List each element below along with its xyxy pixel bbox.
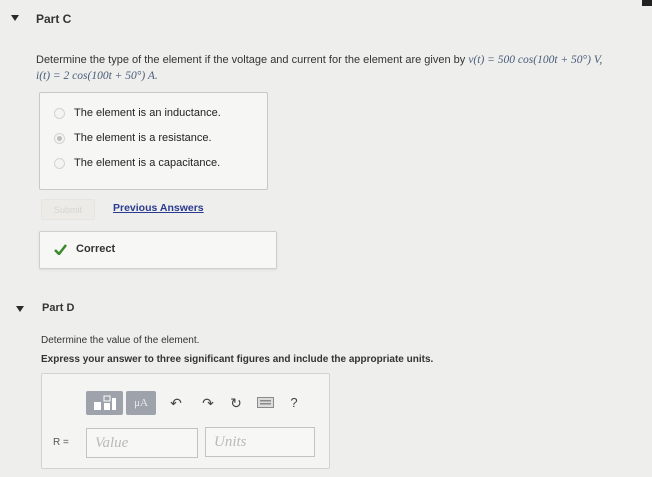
part-c-prompt: Determine the type of the element if the… xyxy=(36,52,646,84)
prompt-text: Determine the type of the element if the… xyxy=(36,54,466,66)
previous-answers-link[interactable]: Previous Answers xyxy=(113,202,204,214)
collapse-part-d-icon[interactable] xyxy=(16,306,24,312)
part-d-title: Part D xyxy=(42,302,75,314)
choice-inductance[interactable]: The element is an inductance. xyxy=(54,107,221,119)
part-d-instruction: Express your answer to three significant… xyxy=(41,354,434,365)
check-icon xyxy=(54,244,67,255)
choice-label: The element is a capacitance. xyxy=(74,157,221,169)
choice-capacitance[interactable]: The element is a capacitance. xyxy=(54,157,220,169)
part-d-prompt: Determine the value of the element. xyxy=(41,335,200,346)
value-input[interactable]: Value xyxy=(86,428,198,458)
units-input[interactable]: Units xyxy=(205,427,315,457)
radio-resistance[interactable] xyxy=(54,132,65,144)
correct-feedback: Correct xyxy=(39,231,277,269)
correct-label: Correct xyxy=(76,243,116,255)
choice-label: The element is an inductance. xyxy=(74,107,221,119)
units-button[interactable]: μA xyxy=(126,391,156,415)
answer-box: μA ↶ ↷ ↻ ? R = Value Units xyxy=(41,373,330,469)
keyboard-glyph xyxy=(257,397,274,408)
submit-button[interactable]: Submit xyxy=(41,199,95,220)
choice-resistance[interactable]: The element is a resistance. xyxy=(54,132,212,144)
radio-capacitance[interactable] xyxy=(54,157,65,169)
choices-box: The element is an inductance. The elemen… xyxy=(39,92,268,190)
redo-icon[interactable]: ↷ xyxy=(200,394,216,412)
variable-label: R = xyxy=(53,437,69,448)
help-icon[interactable]: ? xyxy=(287,393,301,411)
reset-icon[interactable]: ↻ xyxy=(228,394,244,412)
template-button[interactable] xyxy=(86,391,123,415)
current-expression: i(t) = 2 cos(100t + 50°) A. xyxy=(36,70,158,82)
voltage-expression: v(t) = 500 cos(100t + 50°) V, xyxy=(468,54,603,66)
corner-marker xyxy=(642,0,652,6)
radio-inductance[interactable] xyxy=(54,107,65,119)
keyboard-icon[interactable] xyxy=(257,397,274,408)
templates-icon xyxy=(93,395,116,410)
part-c-title: Part C xyxy=(36,12,72,26)
choice-label: The element is a resistance. xyxy=(74,132,212,144)
collapse-part-c-icon[interactable] xyxy=(11,15,19,21)
undo-icon[interactable]: ↶ xyxy=(168,394,184,412)
